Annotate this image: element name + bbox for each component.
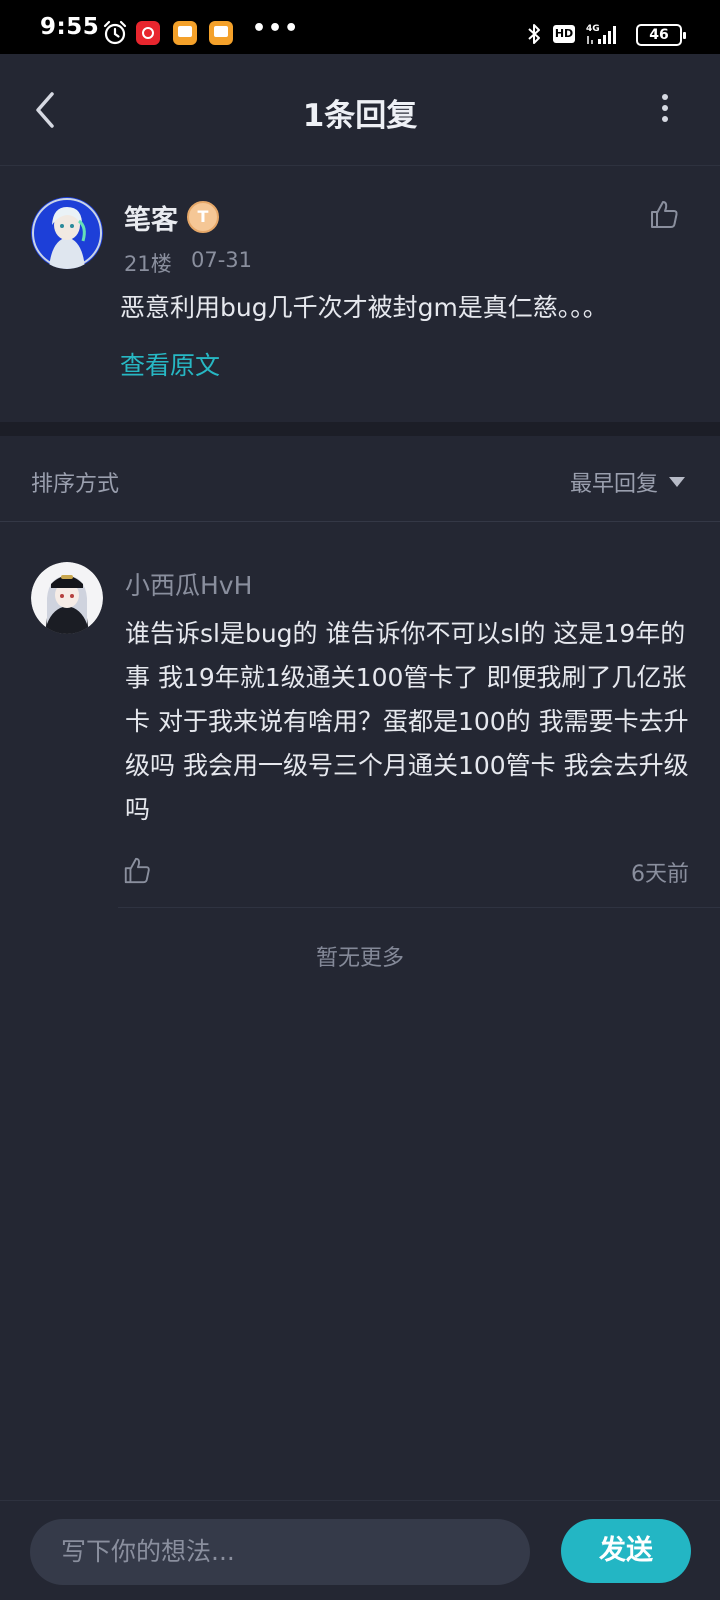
- sort-dropdown[interactable]: 最早回复: [570, 466, 658, 498]
- floor-number: 21楼: [124, 252, 172, 276]
- more-options-button[interactable]: [650, 92, 680, 126]
- bluetooth-icon: [528, 24, 540, 44]
- reply-text: 谁告诉sl是bug的 谁告诉你不可以sl的 这是19年的事 我19年就1级通关1…: [125, 619, 689, 824]
- signal-icon: 4G: [586, 24, 616, 44]
- comment-input[interactable]: 写下你的想法...: [30, 1519, 530, 1585]
- reply-item: 小西瓜HvH 谁告诉sl是bug的 谁告诉你不可以sl的 这是19年的事 我19…: [0, 522, 720, 908]
- section-divider: [0, 422, 720, 436]
- sort-bar: 排序方式 最早回复: [0, 436, 720, 522]
- post-date: 07-31: [191, 248, 253, 272]
- top-app-bar: 1条回复: [0, 54, 720, 166]
- end-of-list-note: 暂无更多: [315, 946, 404, 971]
- netease-music-icon: [136, 21, 160, 45]
- hd-icon: HD: [553, 25, 575, 43]
- like-button[interactable]: [648, 198, 680, 230]
- like-button[interactable]: [122, 855, 152, 885]
- caret-down-icon[interactable]: [668, 476, 686, 488]
- reply-timestamp: 6天前: [631, 862, 689, 887]
- comment-composer: 写下你的想法... 发送: [0, 1500, 720, 1600]
- original-comment: 笔客 T 21楼 07-31 恶意利用bug几千次才被封gm是真仁慈。。。 查看…: [0, 166, 720, 422]
- vertical-dots-icon: [662, 94, 668, 122]
- notes-app-icon: [173, 21, 197, 45]
- status-bar: 9:55 ••• HD 4G 46: [0, 0, 720, 54]
- sort-label: 排序方式: [31, 472, 120, 497]
- battery-icon: 46: [636, 24, 686, 46]
- send-button[interactable]: 发送: [561, 1519, 691, 1583]
- author-name[interactable]: 笔客: [124, 198, 178, 237]
- divider: [118, 907, 720, 908]
- notes-app-icon: [209, 21, 233, 45]
- thumbs-up-icon: [124, 857, 150, 884]
- avatar[interactable]: [31, 197, 103, 269]
- reply-author-name[interactable]: 小西瓜HvH: [125, 566, 252, 602]
- page-title: 1条回复: [302, 98, 418, 134]
- thumbs-up-icon: [651, 201, 678, 228]
- svg-text:4G: 4G: [586, 24, 600, 34]
- comment-text: 恶意利用bug几千次才被封gm是真仁慈。。。: [120, 293, 608, 322]
- view-original-link[interactable]: 查看原文: [120, 346, 220, 382]
- avatar[interactable]: [31, 562, 103, 634]
- status-time: 9:55: [40, 14, 100, 40]
- level-badge: T: [187, 201, 219, 233]
- alarm-icon: [103, 20, 127, 45]
- more-dots-icon: •••: [252, 16, 301, 41]
